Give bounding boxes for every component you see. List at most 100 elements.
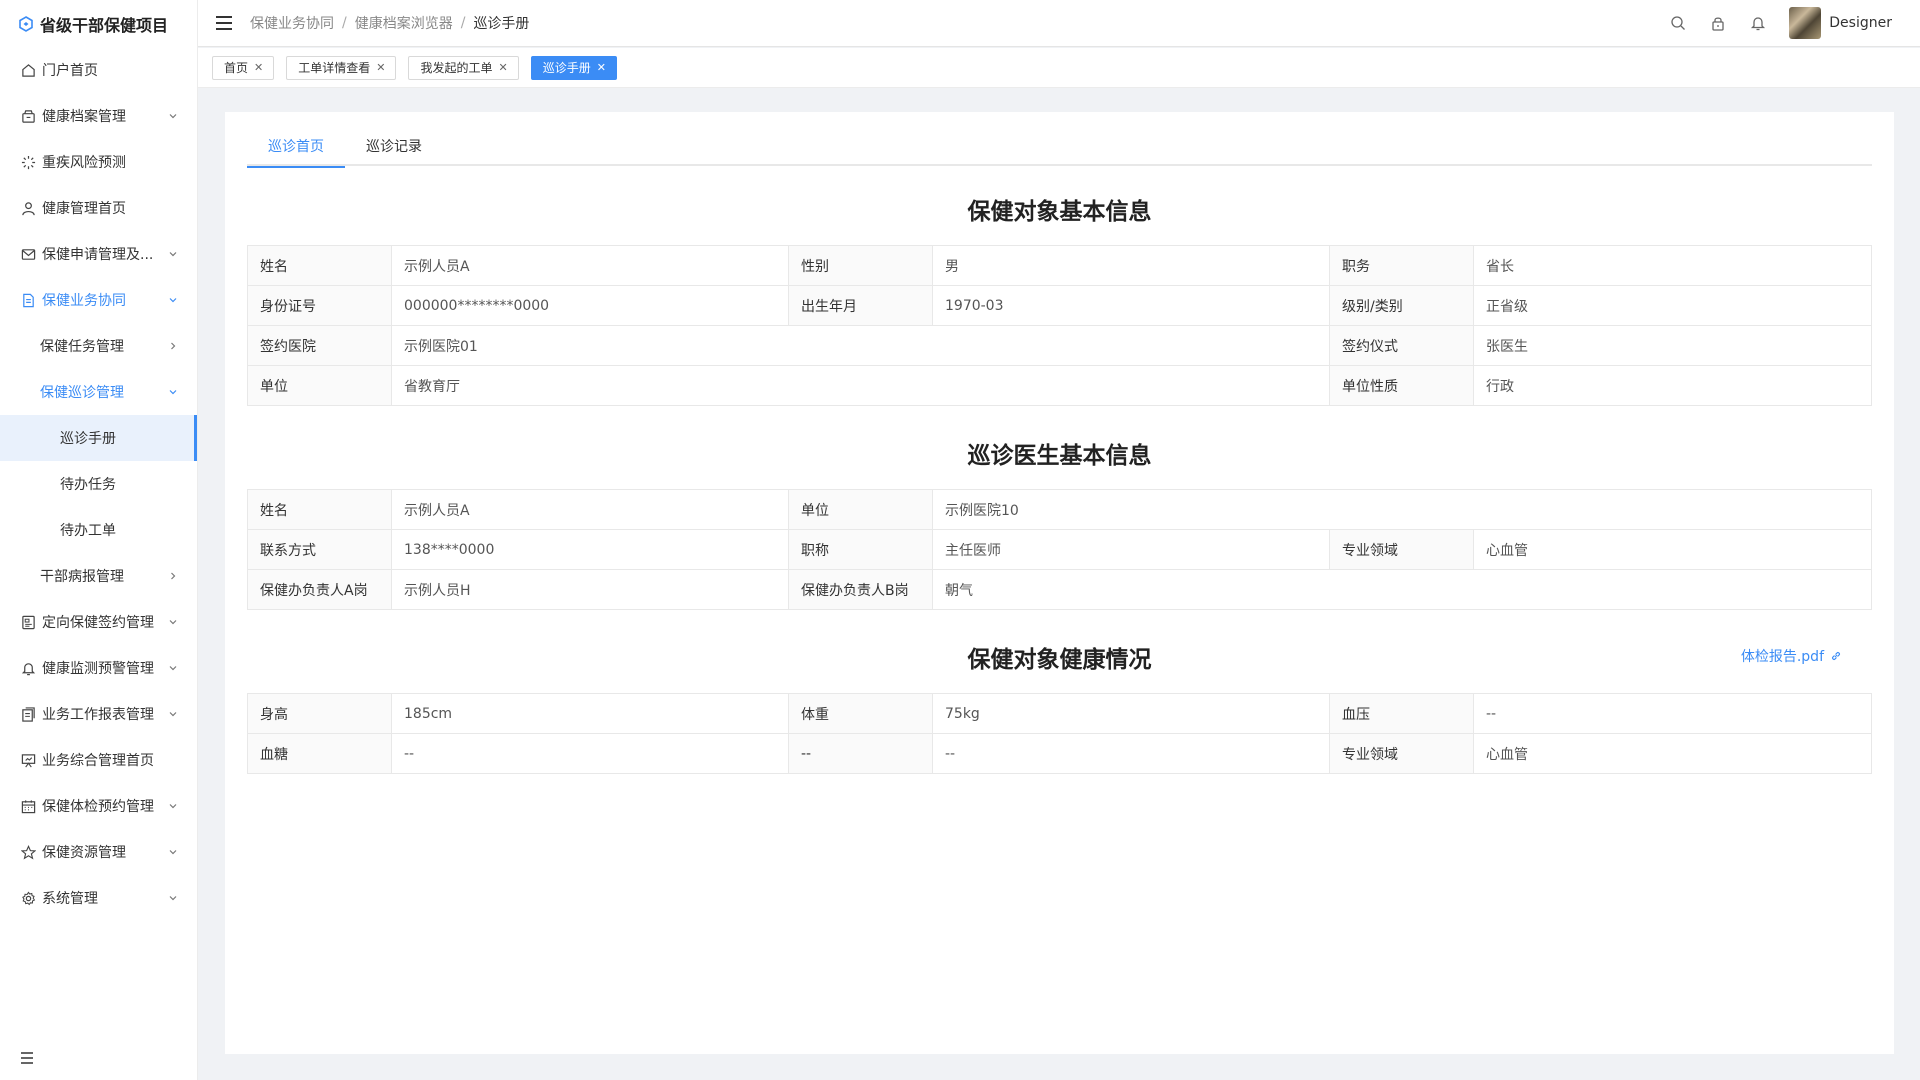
sidebar-item-label: 业务综合管理首页 [42, 753, 154, 769]
close-icon[interactable]: ✕ [376, 61, 385, 74]
field-label: 身高 [247, 693, 392, 734]
field-label: -- [788, 733, 933, 774]
sidebar-item-monitoring[interactable]: 健康监测预警管理 [0, 645, 197, 691]
breadcrumb-item[interactable]: 保健业务协同 [250, 13, 334, 33]
logo-icon [19, 15, 33, 32]
breadcrumb-separator: / [460, 15, 466, 31]
sidebar-item-label: 保健业务协同 [42, 293, 126, 309]
sidebar-item-exam-booking[interactable]: 保健体检预约管理 [0, 783, 197, 829]
breadcrumb: 保健业务协同 / 健康档案浏览器 / 巡诊手册 [250, 13, 529, 33]
section-title-health-status: 保健对象健康情况 [967, 647, 1152, 673]
sidebar-item-business-collab[interactable]: 保健业务协同 [0, 277, 197, 323]
sidebar-item-label: 系统管理 [42, 891, 98, 907]
menu-toggle-icon[interactable] [216, 16, 232, 30]
field-value: 省教育厅 [391, 365, 1330, 406]
username[interactable]: Designer [1829, 15, 1892, 31]
star-icon [20, 844, 36, 860]
mail-icon [20, 246, 36, 262]
search-icon[interactable] [1669, 14, 1687, 32]
sidebar-item-application[interactable]: 保健申请管理及... [0, 231, 197, 277]
avatar[interactable] [1789, 7, 1822, 39]
sidebar-item-label: 保健资源管理 [42, 845, 126, 861]
section-title-doctor-info: 巡诊医生基本信息 [967, 443, 1152, 469]
field-label: 级别/类别 [1329, 285, 1474, 326]
sidebar-menu: 门户首页 健康档案管理 重疾风险预测 健康管理首页 保健申请管理及... 保健业… [0, 47, 197, 921]
user-icon [20, 200, 36, 216]
tag-label: 首页 [224, 61, 249, 75]
close-icon[interactable]: ✕ [597, 61, 606, 74]
sidebar-item-resources[interactable]: 保健资源管理 [0, 829, 197, 875]
tag-label: 工单详情查看 [298, 61, 371, 75]
sidebar-item-label: 业务工作报表管理 [42, 707, 154, 723]
pdf-link-label: 体检报告.pdf [1740, 649, 1824, 665]
field-label: 签约仪式 [1329, 325, 1474, 366]
table-row: 姓名 示例人员A 性别 男 职务 省长 [247, 245, 1872, 286]
chevron-down-icon [167, 708, 179, 720]
sidebar-item-label: 保健任务管理 [40, 339, 124, 355]
table-row: 单位 省教育厅 单位性质 行政 [247, 365, 1872, 406]
field-label: 专业领域 [1329, 733, 1474, 774]
field-label: 保健办负责人A岗 [247, 569, 392, 610]
tag-order-detail[interactable]: 工单详情查看 ✕ [286, 55, 397, 80]
sidebar-item-contract[interactable]: 定向保健签约管理 [0, 599, 197, 645]
table-row: 血糖 -- -- -- 专业领域 心血管 [247, 733, 1872, 774]
chevron-down-icon [167, 110, 179, 122]
chevron-right-icon [167, 340, 179, 352]
field-label: 身份证号 [247, 285, 392, 326]
sidebar-item-patrol-handbook[interactable]: 巡诊手册 [0, 415, 197, 461]
field-value: 朝气 [931, 569, 1873, 610]
bell-icon[interactable] [1749, 14, 1767, 32]
sidebar-item-task-management[interactable]: 保健任务管理 [0, 323, 197, 369]
close-icon[interactable]: ✕ [254, 61, 263, 74]
sidebar-item-portal-home[interactable]: 门户首页 [0, 47, 197, 93]
sidebar-item-label: 待办任务 [60, 477, 116, 493]
main-content: 巡诊首页 巡诊记录 保健对象基本信息 姓名 示例人员A 性别 男 职务 省长 身… [225, 112, 1894, 1054]
field-value: 男 [932, 245, 1330, 286]
sidebar-item-pending-tasks[interactable]: 待办任务 [0, 461, 197, 507]
tag-label: 巡诊手册 [542, 61, 591, 75]
field-value: 000000********0000 [391, 285, 789, 326]
contract-icon [20, 614, 36, 630]
tag-home[interactable]: 首页 ✕ [212, 55, 275, 80]
sidebar-item-illness-report[interactable]: 干部病报管理 [0, 553, 197, 599]
sidebar-item-business-home[interactable]: 业务综合管理首页 [0, 737, 197, 783]
chevron-down-icon [167, 800, 179, 812]
sidebar-item-health-home[interactable]: 健康管理首页 [0, 185, 197, 231]
app-logo[interactable]: 省级干部保健项目 [0, 0, 197, 47]
tag-patrol-handbook[interactable]: 巡诊手册 ✕ [530, 55, 617, 80]
field-value: 心血管 [1473, 733, 1872, 774]
subject-info-table: 姓名 示例人员A 性别 男 职务 省长 身份证号 000000********0… [247, 245, 1872, 406]
chevron-down-icon [167, 846, 179, 858]
sidebar-item-risk-prediction[interactable]: 重疾风险预测 [0, 139, 197, 185]
sidebar-item-patrol-management[interactable]: 保健巡诊管理 [0, 369, 197, 415]
sidebar-item-reports[interactable]: 业务工作报表管理 [0, 691, 197, 737]
chevron-down-icon [167, 248, 179, 260]
tab-patrol-records[interactable]: 巡诊记录 [345, 136, 443, 166]
breadcrumb-separator: / [342, 15, 347, 31]
collapse-menu-icon[interactable] [20, 1052, 34, 1068]
field-value: 示例人员A [391, 245, 789, 286]
lock-icon[interactable] [1709, 14, 1727, 32]
gear-icon [20, 890, 36, 906]
breadcrumb-item[interactable]: 健康档案浏览器 [355, 13, 453, 33]
sidebar-item-pending-orders[interactable]: 待办工单 [0, 507, 197, 553]
tab-patrol-home[interactable]: 巡诊首页 [247, 136, 345, 168]
field-value: 示例医院01 [391, 325, 1330, 366]
field-label: 单位 [247, 365, 392, 406]
chevron-up-icon [167, 386, 179, 398]
field-value: -- [391, 733, 789, 774]
close-icon[interactable]: ✕ [498, 61, 507, 74]
sidebar-item-health-archive[interactable]: 健康档案管理 [0, 93, 197, 139]
table-row: 保健办负责人A岗 示例人员H 保健办负责人B岗 朝气 [247, 569, 1873, 610]
chevron-right-icon [167, 570, 179, 582]
sidebar-item-label: 门户首页 [42, 63, 98, 79]
sidebar-item-label: 保健巡诊管理 [40, 385, 124, 401]
field-value: 行政 [1473, 365, 1872, 406]
exam-report-pdf-link[interactable]: 体检报告.pdf [1741, 646, 1842, 666]
sidebar-item-system[interactable]: 系统管理 [0, 875, 197, 921]
archive-icon [20, 108, 36, 124]
sidebar-item-label: 健康档案管理 [42, 109, 126, 125]
tag-my-orders[interactable]: 我发起的工单 ✕ [408, 55, 519, 80]
field-value: 心血管 [1472, 529, 1873, 570]
field-value: 1970-03 [932, 285, 1330, 326]
